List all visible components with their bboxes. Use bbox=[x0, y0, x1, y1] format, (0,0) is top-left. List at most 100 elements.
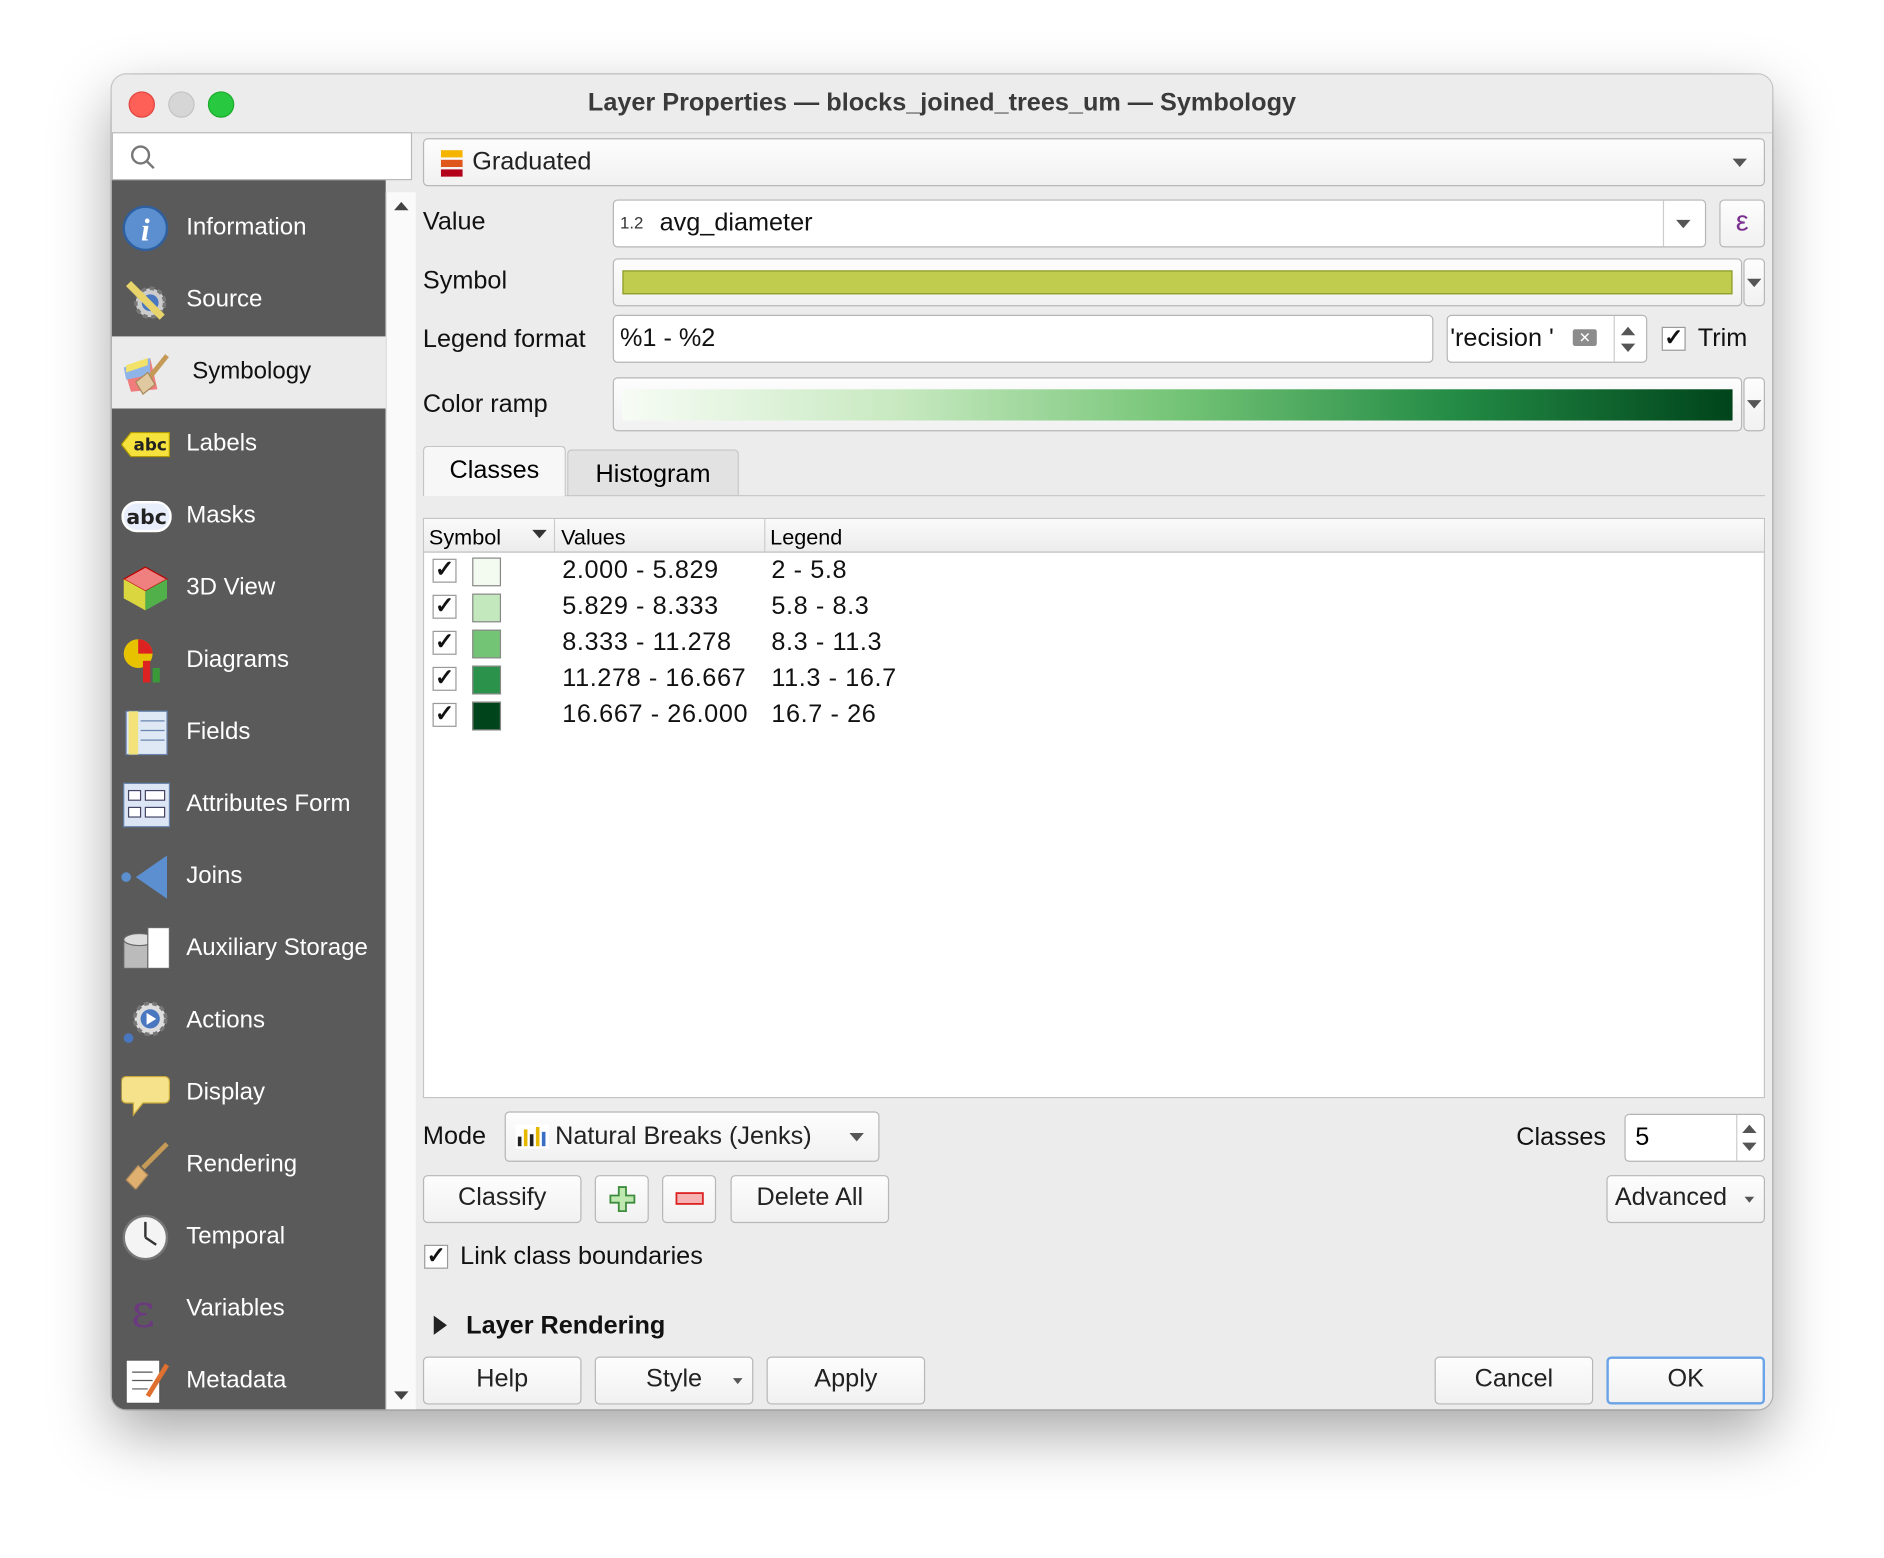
class-legend[interactable]: 16.7 - 26 bbox=[771, 700, 876, 729]
sidebar-item-label: 3D View bbox=[186, 574, 276, 601]
sidebar-item-label: Display bbox=[186, 1078, 266, 1106]
link-class-boundaries-label: Link class boundaries bbox=[460, 1242, 703, 1270]
class-visible-checkbox[interactable]: ✓ bbox=[432, 630, 457, 655]
column-header-values[interactable]: Values bbox=[561, 525, 626, 550]
sidebar-item-attributes-form[interactable]: Attributes Form bbox=[112, 769, 386, 841]
style-menu-button[interactable]: Style bbox=[594, 1356, 754, 1405]
classes-value: 5 bbox=[1635, 1123, 1650, 1152]
spin-up-icon[interactable] bbox=[1742, 1124, 1757, 1134]
class-visible-checkbox[interactable]: ✓ bbox=[432, 595, 457, 619]
sidebar-item-fields[interactable]: Fields bbox=[112, 697, 386, 769]
sidebar-item-symbology[interactable]: Symbology bbox=[111, 336, 386, 409]
color-ramp-dropdown-button[interactable] bbox=[1743, 377, 1766, 432]
sidebar-item-label: Labels bbox=[186, 430, 258, 457]
class-symbol-swatch[interactable] bbox=[472, 701, 502, 731]
class-values[interactable]: 16.667 - 26.000 bbox=[562, 700, 748, 729]
color-ramp-button[interactable] bbox=[612, 377, 1743, 432]
actions-gear-icon bbox=[121, 997, 171, 1045]
link-class-boundaries-checkbox[interactable]: ✓ bbox=[424, 1244, 449, 1269]
class-visible-checkbox[interactable]: ✓ bbox=[432, 558, 457, 583]
scroll-up-icon[interactable] bbox=[394, 201, 409, 211]
trim-label: Trim bbox=[1697, 324, 1748, 353]
scroll-down-icon[interactable] bbox=[394, 1391, 409, 1400]
class-symbol-swatch[interactable] bbox=[472, 557, 502, 587]
sidebar-item-masks[interactable]: abc Masks bbox=[112, 481, 386, 553]
column-header-legend[interactable]: Legend bbox=[770, 525, 842, 550]
class-legend[interactable]: 11.3 - 16.7 bbox=[771, 664, 896, 693]
sidebar-item-labels[interactable]: abc Labels bbox=[112, 409, 386, 481]
sidebar-item-rendering[interactable]: Rendering bbox=[112, 1129, 386, 1201]
spin-up-icon[interactable] bbox=[1620, 326, 1636, 336]
apply-button[interactable]: Apply bbox=[766, 1356, 926, 1405]
class-visible-checkbox[interactable]: ✓ bbox=[432, 666, 457, 691]
class-legend[interactable]: 2 - 5.8 bbox=[771, 556, 847, 585]
class-values[interactable]: 8.333 - 11.278 bbox=[562, 628, 731, 657]
graduated-icon bbox=[440, 150, 463, 177]
sidebar-item-metadata[interactable]: Metadata bbox=[112, 1346, 386, 1410]
symbol-button[interactable] bbox=[612, 258, 1743, 307]
legend-format-input[interactable]: %1 - %2 bbox=[612, 314, 1434, 363]
class-visible-checkbox[interactable]: ✓ bbox=[432, 703, 457, 727]
trim-checkbox[interactable]: ✓ bbox=[1661, 327, 1686, 351]
class-values[interactable]: 2.000 - 5.829 bbox=[562, 556, 719, 585]
wrench-gear-icon bbox=[121, 276, 171, 324]
mode-dropdown[interactable]: Natural Breaks (Jenks) bbox=[504, 1111, 880, 1162]
advanced-menu-button[interactable]: Advanced bbox=[1606, 1175, 1766, 1224]
symbol-label: Symbol bbox=[422, 266, 508, 295]
class-legend[interactable]: 8.3 - 11.3 bbox=[771, 628, 882, 657]
symbol-dropdown-button[interactable] bbox=[1743, 258, 1766, 307]
class-values[interactable]: 11.278 - 16.667 bbox=[562, 664, 746, 693]
class-values[interactable]: 5.829 - 8.333 bbox=[562, 592, 719, 621]
cancel-button[interactable]: Cancel bbox=[1434, 1356, 1594, 1405]
tab-histogram[interactable]: Histogram bbox=[567, 449, 739, 496]
sidebar-item-label: Symbology bbox=[192, 358, 312, 385]
tab-classes[interactable]: Classes bbox=[422, 445, 566, 497]
sidebar-item-label: Actions bbox=[186, 1006, 266, 1034]
classify-button[interactable]: Classify bbox=[422, 1175, 582, 1224]
column-header-symbol[interactable]: Symbol bbox=[429, 525, 501, 550]
expression-button[interactable]: ε bbox=[1719, 199, 1766, 248]
class-symbol-swatch[interactable] bbox=[472, 665, 502, 695]
sidebar-scrollbar[interactable] bbox=[385, 192, 416, 1410]
document-pencil-icon bbox=[121, 1358, 171, 1406]
legend-format-value: %1 - %2 bbox=[619, 324, 716, 353]
delete-all-button[interactable]: Delete All bbox=[730, 1175, 890, 1224]
table-row[interactable]: ✓ 16.667 - 26.000 16.7 - 26 bbox=[424, 697, 1764, 733]
class-symbol-swatch[interactable] bbox=[472, 593, 502, 623]
add-class-button[interactable] bbox=[594, 1175, 649, 1224]
expand-triangle-icon[interactable] bbox=[433, 1315, 447, 1335]
sidebar-item-actions[interactable]: Actions bbox=[112, 985, 386, 1057]
sidebar-item-auxiliary-storage[interactable]: Auxiliary Storage bbox=[112, 913, 386, 985]
layer-rendering-section[interactable]: Layer Rendering bbox=[466, 1312, 665, 1341]
spin-down-icon[interactable] bbox=[1742, 1142, 1757, 1152]
sidebar-item-joins[interactable]: Joins bbox=[112, 841, 386, 913]
natural-breaks-icon bbox=[515, 1124, 550, 1149]
spin-down-icon[interactable] bbox=[1620, 343, 1636, 353]
table-row[interactable]: ✓ 5.829 - 8.333 5.8 - 8.3 bbox=[424, 589, 1764, 625]
sidebar-item-information[interactable]: i Information bbox=[112, 192, 386, 264]
sidebar-item-diagrams[interactable]: Diagrams bbox=[112, 625, 386, 697]
sidebar-item-temporal[interactable]: Temporal bbox=[112, 1202, 386, 1274]
sidebar-item-variables[interactable]: ε Variables bbox=[112, 1274, 386, 1346]
sidebar-item-3d-view[interactable]: 3D View bbox=[112, 553, 386, 625]
chevron-down-icon bbox=[1744, 1196, 1755, 1203]
ok-button[interactable]: OK bbox=[1606, 1356, 1766, 1405]
class-legend[interactable]: 5.8 - 8.3 bbox=[771, 592, 869, 621]
info-icon: i bbox=[121, 204, 171, 252]
clear-icon[interactable]: ✕ bbox=[1572, 329, 1597, 347]
renderer-dropdown[interactable]: Graduated bbox=[422, 138, 1766, 187]
classes-spinbox[interactable]: 5 bbox=[1624, 1113, 1766, 1162]
sidebar-item-display[interactable]: Display bbox=[112, 1057, 386, 1129]
class-symbol-swatch[interactable] bbox=[472, 629, 502, 659]
sidebar-item-source[interactable]: Source bbox=[112, 264, 386, 336]
search-input[interactable] bbox=[111, 132, 413, 181]
table-row[interactable]: ✓ 2.000 - 5.829 2 - 5.8 bbox=[424, 553, 1764, 589]
value-field-combobox[interactable]: 1.2 avg_diameter bbox=[612, 199, 1707, 248]
delete-class-button[interactable] bbox=[662, 1175, 717, 1224]
cube-icon bbox=[121, 565, 171, 613]
precision-spinbox[interactable]: 'recision ' ✕ bbox=[1446, 314, 1648, 363]
table-row[interactable]: ✓ 11.278 - 16.667 11.3 - 16.7 bbox=[424, 661, 1764, 697]
help-button[interactable]: Help bbox=[422, 1356, 582, 1405]
table-row[interactable]: ✓ 8.333 - 11.278 8.3 - 11.3 bbox=[424, 625, 1764, 661]
sidebar-item-label: Variables bbox=[186, 1295, 285, 1322]
